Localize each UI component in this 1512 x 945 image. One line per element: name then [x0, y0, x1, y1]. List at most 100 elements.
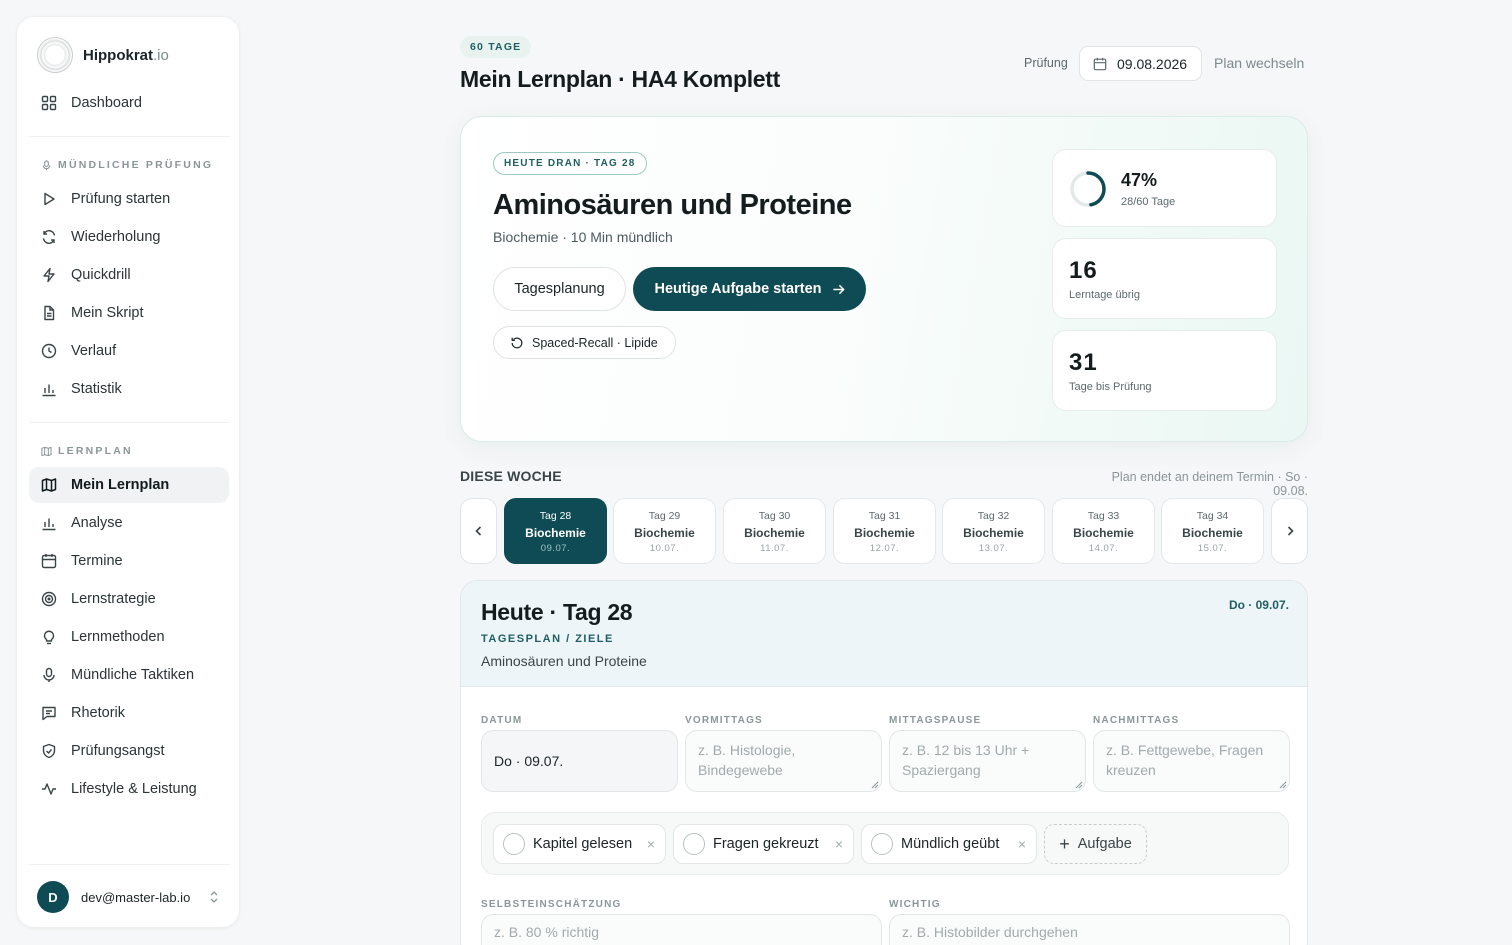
- sidebar-item-label: Rhetorik: [71, 705, 125, 721]
- spaced-recall-chip[interactable]: Spaced-Recall · Lipide: [493, 326, 676, 359]
- week-title: DIESE WOCHE: [460, 468, 562, 484]
- brand-logo: [37, 37, 73, 73]
- sidebar-item-pruefungsangst[interactable]: Prüfungsangst: [29, 733, 229, 769]
- chevron-left-icon: [474, 526, 481, 536]
- hero-title: Aminosäuren und Proteine: [493, 189, 852, 221]
- progress-days: 28/60 Tage: [1121, 196, 1176, 208]
- sidebar-item-analyse[interactable]: Analyse: [29, 505, 229, 541]
- field-label-datum: DATUM: [481, 715, 523, 726]
- field-label-mittagspause: MITTAGSPAUSE: [889, 715, 982, 726]
- grid-icon: [41, 95, 57, 111]
- sidebar-item-quickdrill[interactable]: Quickdrill: [29, 257, 229, 293]
- nachmittags-input[interactable]: z. B. Fettgewebe, Fragen kreuzen: [1093, 730, 1290, 792]
- week-next-button[interactable]: [1271, 498, 1308, 564]
- week-prev-button[interactable]: [460, 498, 497, 564]
- days-badge: 60 TAGE: [460, 36, 532, 58]
- sidebar-item-label: Lernstrategie: [71, 591, 156, 607]
- week-day-30[interactable]: Tag 30 Biochemie 11.07.: [723, 498, 826, 564]
- close-icon[interactable]: ×: [1018, 836, 1026, 852]
- shield-check-icon: [42, 743, 56, 759]
- week-day-33[interactable]: Tag 33 Biochemie 14.07.: [1052, 498, 1155, 564]
- week-day-29[interactable]: Tag 29 Biochemie 10.07.: [613, 498, 716, 564]
- user-menu[interactable]: D dev@master-lab.io: [37, 881, 190, 913]
- refresh-icon: [42, 230, 56, 244]
- divider: [29, 136, 229, 137]
- task-item[interactable]: Mündlich geübt ×: [861, 824, 1037, 864]
- sidebar-item-statistik[interactable]: Statistik: [29, 371, 229, 407]
- sidebar-item-mein-skript[interactable]: Mein Skript: [29, 295, 229, 331]
- stat-card-remaining: 16 Lerntage übrig: [1052, 238, 1277, 319]
- sidebar-item-mein-lernplan[interactable]: Mein Lernplan: [29, 467, 229, 503]
- exam-date-value: 09.08.2026: [1117, 55, 1188, 72]
- datum-field[interactable]: Do · 09.07.: [481, 730, 678, 792]
- day-plan-date: Do · 09.07.: [1228, 598, 1289, 612]
- mittagspause-input[interactable]: z. B. 12 bis 13 Uhr + Spaziergang: [889, 730, 1086, 792]
- field-label-wichtig: WICHTIG: [889, 899, 941, 910]
- chevron-up-down-icon[interactable]: [207, 890, 221, 904]
- start-task-button[interactable]: Heutige Aufgabe starten: [633, 267, 866, 311]
- clock-icon: [41, 343, 57, 359]
- checkbox-circle-icon[interactable]: [503, 833, 525, 855]
- sidebar-item-rhetorik[interactable]: Rhetorik: [29, 695, 229, 731]
- brand[interactable]: Hippokrat.io: [37, 37, 169, 73]
- exam-label: Prüfung: [1024, 56, 1068, 70]
- sidebar-item-termine[interactable]: Termine: [29, 543, 229, 579]
- message-icon: [42, 706, 56, 721]
- checkbox-circle-icon[interactable]: [871, 833, 893, 855]
- task-item[interactable]: Fragen gekreuzt ×: [673, 824, 854, 864]
- field-label-nachmittags: NACHMITTAGS: [1093, 715, 1180, 726]
- sidebar-item-verlauf[interactable]: Verlauf: [29, 333, 229, 369]
- field-label-selbsteinschaetzung: SELBSTEINSCHÄTZUNG: [481, 899, 622, 910]
- important-input[interactable]: z. B. Histobilder durchgehen: [889, 914, 1290, 945]
- sidebar-item-label: Prüfung starten: [71, 191, 171, 207]
- sidebar-item-label: Lifestyle & Leistung: [71, 781, 197, 797]
- week-day-31[interactable]: Tag 31 Biochemie 12.07.: [833, 498, 936, 564]
- bar-chart-icon: [42, 518, 56, 531]
- task-item[interactable]: Kapitel gelesen ×: [493, 824, 666, 864]
- checkbox-circle-icon[interactable]: [683, 833, 705, 855]
- chevron-right-icon: [1287, 526, 1294, 536]
- avatar: D: [37, 881, 69, 913]
- week-day-32[interactable]: Tag 32 Biochemie 13.07.: [942, 498, 1045, 564]
- vormittags-input[interactable]: z. B. Histologie, Bindegewebe: [685, 730, 882, 792]
- close-icon[interactable]: ×: [835, 836, 843, 852]
- progress-card: 47% 28/60 Tage: [1052, 149, 1277, 227]
- calendar-icon: [41, 554, 57, 569]
- week-day-34[interactable]: Tag 34 Biochemie 15.07.: [1161, 498, 1264, 564]
- week-day-28[interactable]: Tag 28 Biochemie 09.07.: [504, 498, 607, 564]
- sidebar-item-lernmethoden[interactable]: Lernmethoden: [29, 619, 229, 655]
- resize-handle-icon[interactable]: [1075, 781, 1083, 789]
- close-icon[interactable]: ×: [647, 836, 655, 852]
- field-label-vormittags: VORMITTAGS: [685, 715, 763, 726]
- plan-switch-link[interactable]: Plan wechseln: [1214, 55, 1304, 71]
- sidebar-item-wiederholung[interactable]: Wiederholung: [29, 219, 229, 255]
- sidebar-item-muendliche-taktiken[interactable]: Mündliche Taktiken: [29, 657, 229, 693]
- sidebar-item-label: Prüfungsangst: [71, 743, 165, 759]
- sidebar-item-pruefung-starten[interactable]: Prüfung starten: [29, 181, 229, 217]
- resize-handle-icon[interactable]: [1279, 781, 1287, 789]
- day-plan-panel: Heute · Tag 28 TAGESPLAN / ZIELE Aminosä…: [460, 580, 1308, 945]
- sidebar-item-label: Mein Skript: [71, 305, 144, 321]
- add-task-button[interactable]: + Aufgabe: [1044, 824, 1147, 864]
- section-label-plan: LERNPLAN: [41, 445, 133, 457]
- sidebar-item-lernstrategie[interactable]: Lernstrategie: [29, 581, 229, 617]
- exam-date-picker[interactable]: 09.08.2026: [1079, 46, 1202, 81]
- sidebar-item-dashboard[interactable]: Dashboard: [29, 85, 229, 121]
- self-assessment-input[interactable]: z. B. 80 % richtig: [481, 914, 882, 945]
- week-note: Plan endet an deinem Termin · So · 09.08…: [1111, 470, 1308, 498]
- arrow-right-icon: [832, 284, 845, 294]
- resize-handle-icon[interactable]: [871, 781, 879, 789]
- sidebar-item-label: Wiederholung: [71, 229, 161, 245]
- progress-ring: [1070, 171, 1106, 207]
- progress-percent: 47%: [1121, 170, 1158, 190]
- sidebar-item-label: Analyse: [71, 515, 123, 531]
- sidebar: Hippokrat.io Dashboard MÜNDLICHE PRÜFUNG…: [16, 16, 240, 928]
- sidebar-item-label: Statistik: [71, 381, 122, 397]
- sidebar-item-lifestyle-leistung[interactable]: Lifestyle & Leistung: [29, 771, 229, 807]
- target-icon: [41, 591, 57, 607]
- mic-icon: [43, 667, 55, 682]
- day-plan-header: Heute · Tag 28 TAGESPLAN / ZIELE Aminosä…: [461, 581, 1307, 687]
- sidebar-item-label: Lernmethoden: [71, 629, 165, 645]
- divider: [29, 422, 229, 423]
- tagesplanung-button[interactable]: Tagesplanung: [493, 267, 626, 311]
